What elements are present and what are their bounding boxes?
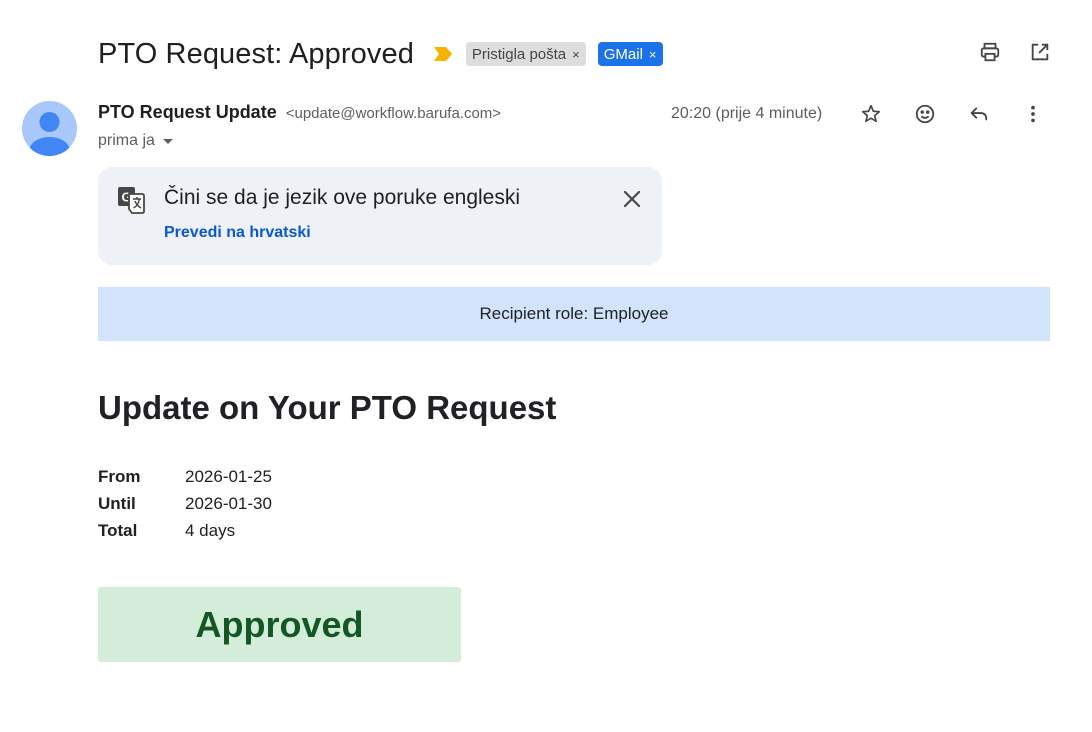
status-text: Approved	[195, 603, 364, 645]
detail-value: 4 days	[185, 520, 236, 540]
detail-label: Until	[98, 493, 136, 513]
person-icon	[29, 112, 70, 156]
translate-banner: G Čini se da je jezik ove poruke englesk…	[98, 167, 662, 265]
detail-value: 2026-01-30	[185, 493, 272, 513]
translate-link[interactable]: Prevedi na hrvatski	[164, 224, 311, 242]
recipient-details-toggle[interactable]: prima ja	[98, 132, 173, 150]
emoji-icon	[915, 104, 935, 124]
detail-row-total: Total 4 days	[98, 517, 272, 544]
more-vertical-icon	[1031, 105, 1035, 123]
importance-marker-icon[interactable]	[432, 45, 454, 63]
recipient-role-bar: Recipient role: Employee	[98, 287, 1050, 341]
email-body-title: Update on Your PTO Request	[98, 389, 557, 426]
recipient-text: prima ja	[98, 132, 155, 149]
email-subject: PTO Request: Approved	[98, 37, 414, 70]
add-reaction-button[interactable]	[913, 102, 937, 126]
open-in-new-window-icon	[1031, 43, 1049, 61]
detail-row-from: From 2026-01-25	[98, 463, 272, 490]
detail-value: 2026-01-25	[185, 466, 272, 486]
reply-icon	[970, 107, 988, 121]
sender-name[interactable]: PTO Request Update	[98, 102, 277, 122]
avatar[interactable]	[22, 101, 77, 156]
print-button[interactable]	[978, 40, 1002, 64]
translate-icon: G	[118, 187, 145, 214]
pto-details: From 2026-01-25 Until 2026-01-30 Total 4…	[98, 463, 272, 544]
message-actions	[859, 102, 1045, 126]
star-button[interactable]	[859, 102, 883, 126]
detail-label: From	[98, 466, 141, 486]
translate-message: Čini se da je jezik ove poruke engleski	[164, 186, 521, 209]
open-in-new-window-button[interactable]	[1028, 40, 1052, 64]
remove-label-icon[interactable]: ×	[572, 48, 580, 61]
label-chip-text: Pristigla pošta	[471, 45, 567, 63]
detail-row-until: Until 2026-01-30	[98, 490, 272, 517]
chevron-down-icon	[162, 138, 173, 144]
sender-line: PTO Request Update <update@workflow.baru…	[98, 102, 501, 123]
remove-label-icon[interactable]: ×	[649, 48, 657, 61]
email-timestamp: 20:20 (prije 4 minute)	[671, 105, 823, 122]
close-icon[interactable]	[620, 187, 644, 211]
label-chip-gmail[interactable]: GMail ×	[597, 42, 663, 66]
more-options-button[interactable]	[1021, 102, 1045, 126]
detail-label: Total	[98, 520, 138, 540]
top-toolbar	[978, 40, 1052, 64]
printer-icon	[980, 42, 1000, 62]
reply-button[interactable]	[967, 102, 991, 126]
sender-email: <update@workflow.barufa.com>	[285, 105, 502, 122]
label-chip-text: GMail	[603, 45, 643, 63]
recipient-role-text: Recipient role: Employee	[479, 304, 669, 323]
email-view: PTO Request: Approved Pristigla pošta × …	[0, 0, 1092, 732]
subject-row: PTO Request: Approved Pristigla pošta × …	[98, 36, 663, 72]
label-chip-inbox[interactable]: Pristigla pošta ×	[465, 42, 586, 66]
status-badge: Approved	[98, 587, 461, 662]
star-icon	[861, 104, 881, 123]
